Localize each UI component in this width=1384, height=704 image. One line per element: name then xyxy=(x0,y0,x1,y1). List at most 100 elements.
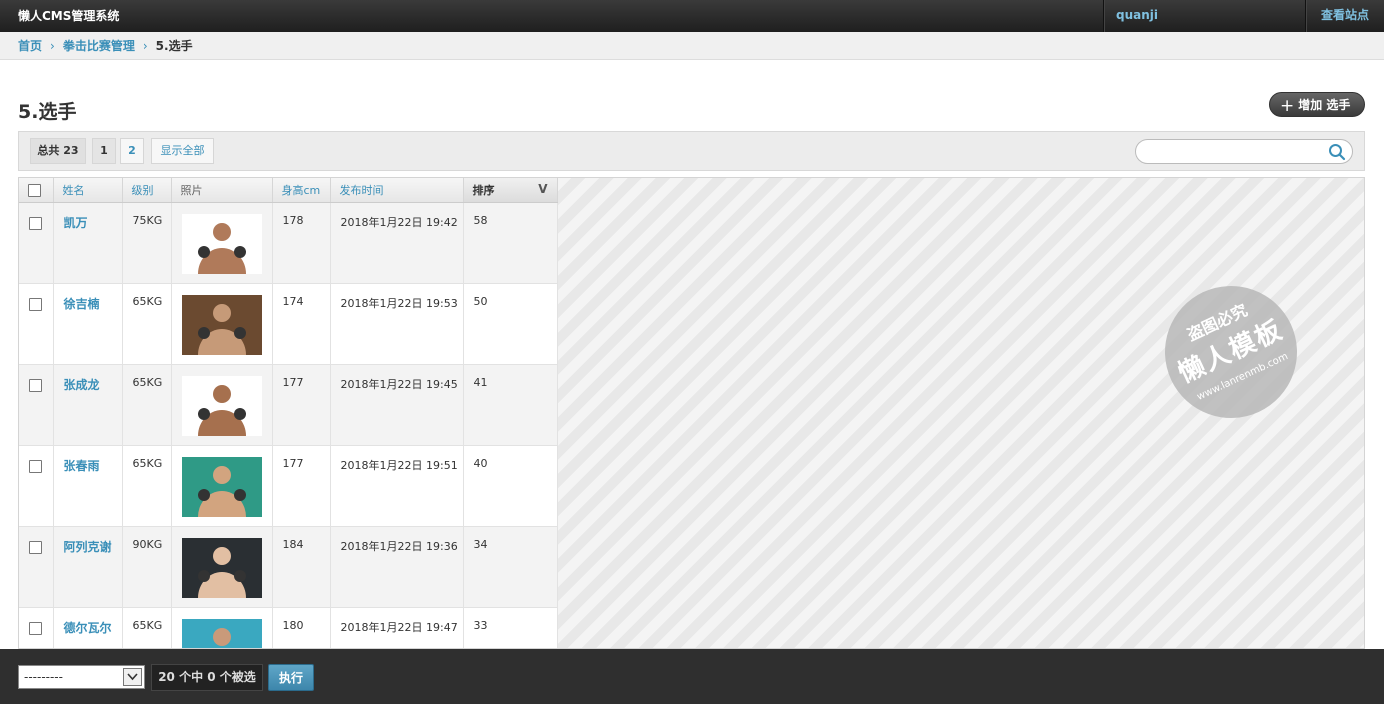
run-action-button[interactable]: 执行 xyxy=(268,664,314,691)
column-header-weight[interactable]: 级别 xyxy=(122,178,172,203)
column-header-order[interactable]: 排序 V xyxy=(463,178,558,203)
row-checkbox[interactable] xyxy=(29,297,42,311)
height-value: 177 xyxy=(272,364,331,446)
action-select[interactable]: --------- xyxy=(18,665,145,689)
row-select-cell xyxy=(19,607,54,648)
top-header: 懒人CMS管理系统 quanji 查看站点 xyxy=(0,0,1384,32)
chevron-right-icon: › xyxy=(142,39,148,53)
view-site-link[interactable]: 查看站点 xyxy=(1305,0,1384,32)
table-row: 凯万 75KG 178 2018年1月22日 19:42 58 xyxy=(19,202,558,284)
row-select-cell xyxy=(19,283,54,365)
row-checkbox[interactable] xyxy=(29,621,42,635)
player-photo xyxy=(181,213,262,274)
page-1-button[interactable]: 1 xyxy=(92,138,116,164)
sort-descending-icon[interactable]: V xyxy=(538,182,547,196)
published-time: 2018年1月22日 19:53 xyxy=(330,283,464,365)
player-photo xyxy=(181,618,262,648)
weight-class: 90KG xyxy=(122,526,172,608)
table-row: 徐吉楠 65KG 174 2018年1月22日 19:53 50 xyxy=(19,283,558,365)
photo-cell xyxy=(171,283,273,365)
add-player-label: 增加 选手 xyxy=(1298,98,1351,112)
player-name-link[interactable]: 徐吉楠 xyxy=(53,283,123,365)
breadcrumb: 首页 › 拳击比赛管理 › 5.选手 xyxy=(0,32,1384,60)
weight-class: 65KG xyxy=(122,283,172,365)
row-checkbox[interactable] xyxy=(29,459,42,473)
brand-title[interactable]: 懒人CMS管理系统 xyxy=(18,0,119,32)
player-photo xyxy=(181,375,262,436)
results-table: 姓名 级别 照片 身高cm 发布时间 排序 V 凯万 75KG 178 2018年1月2… xyxy=(19,178,558,648)
column-header-height[interactable]: 身高cm xyxy=(272,178,331,203)
height-value: 180 xyxy=(272,607,331,648)
list-toolbar: 总共 23 1 2 显示全部 xyxy=(18,131,1365,171)
search-icon[interactable] xyxy=(1328,143,1346,161)
row-checkbox[interactable] xyxy=(29,216,42,230)
player-name-link[interactable]: 张春雨 xyxy=(53,445,123,527)
published-time: 2018年1月22日 19:45 xyxy=(330,364,464,446)
table-row: 张成龙 65KG 177 2018年1月22日 19:45 41 xyxy=(19,364,558,446)
height-value: 177 xyxy=(272,445,331,527)
height-value: 178 xyxy=(272,202,331,284)
chevron-down-icon[interactable] xyxy=(123,668,142,686)
breadcrumb-section[interactable]: 拳击比赛管理 xyxy=(63,39,135,53)
select-all-checkbox[interactable] xyxy=(28,183,41,197)
order-value: 34 xyxy=(463,526,558,608)
selected-count: 20 个中 0 个被选 xyxy=(151,664,263,691)
column-header-photo: 照片 xyxy=(171,178,273,203)
table-row: 阿列克谢 90KG 184 2018年1月22日 19:36 34 xyxy=(19,526,558,608)
published-time: 2018年1月22日 19:42 xyxy=(330,202,464,284)
table-row: 张春雨 65KG 177 2018年1月22日 19:51 40 xyxy=(19,445,558,527)
plus-icon: + xyxy=(1280,96,1295,116)
order-value: 40 xyxy=(463,445,558,527)
photo-cell xyxy=(171,202,273,284)
row-select-cell xyxy=(19,445,54,527)
search-input[interactable] xyxy=(1146,143,1326,161)
page-2-button[interactable]: 2 xyxy=(120,138,144,164)
player-name-link[interactable]: 阿列克谢 xyxy=(53,526,123,608)
player-photo xyxy=(181,456,262,517)
column-header-published[interactable]: 发布时间 xyxy=(330,178,464,203)
column-header-order-label: 排序 xyxy=(472,183,495,197)
photo-cell xyxy=(171,526,273,608)
published-time: 2018年1月22日 19:36 xyxy=(330,526,464,608)
player-photo xyxy=(181,537,262,598)
chevron-right-icon: › xyxy=(50,39,55,53)
order-value: 58 xyxy=(463,202,558,284)
select-all-header xyxy=(19,178,54,203)
photo-cell xyxy=(171,445,273,527)
breadcrumb-home[interactable]: 首页 xyxy=(18,39,42,53)
page-title: 5.选手 xyxy=(18,101,77,123)
search-box xyxy=(1135,139,1353,164)
table-row: 德尔瓦尔 65KG 180 2018年1月22日 19:47 33 xyxy=(19,607,558,648)
weight-class: 65KG xyxy=(122,445,172,527)
total-count: 总共 23 xyxy=(30,138,86,164)
order-value: 41 xyxy=(463,364,558,446)
add-player-button[interactable]: + 增加 选手 xyxy=(1269,92,1365,117)
published-time: 2018年1月22日 19:51 xyxy=(330,445,464,527)
results-table-area: 盗图必究 懒人模板 www.lanrenmb.com 姓名 级别 照片 身高cm… xyxy=(18,177,1365,649)
row-checkbox[interactable] xyxy=(29,378,42,392)
breadcrumb-current: 5.选手 xyxy=(155,39,193,53)
player-name-link[interactable]: 德尔瓦尔 xyxy=(53,607,123,648)
published-time: 2018年1月22日 19:47 xyxy=(330,607,464,648)
user-name-link[interactable]: quanji xyxy=(1103,0,1305,32)
order-value: 33 xyxy=(463,607,558,648)
player-photo xyxy=(181,294,262,355)
action-select-value: --------- xyxy=(24,670,63,684)
empty-striped-area: 盗图必究 懒人模板 www.lanrenmb.com xyxy=(557,178,1364,648)
weight-class: 65KG xyxy=(122,364,172,446)
order-value: 50 xyxy=(463,283,558,365)
photo-cell xyxy=(171,364,273,446)
photo-cell xyxy=(171,607,273,648)
player-name-link[interactable]: 凯万 xyxy=(53,202,123,284)
player-name-link[interactable]: 张成龙 xyxy=(53,364,123,446)
height-value: 184 xyxy=(272,526,331,608)
row-select-cell xyxy=(19,526,54,608)
row-checkbox[interactable] xyxy=(29,540,42,554)
column-header-name[interactable]: 姓名 xyxy=(53,178,123,203)
weight-class: 65KG xyxy=(122,607,172,648)
row-select-cell xyxy=(19,364,54,446)
row-select-cell xyxy=(19,202,54,284)
show-all-button[interactable]: 显示全部 xyxy=(151,138,214,164)
watermark-seal: 盗图必究 懒人模板 www.lanrenmb.com xyxy=(1143,264,1319,440)
height-value: 174 xyxy=(272,283,331,365)
